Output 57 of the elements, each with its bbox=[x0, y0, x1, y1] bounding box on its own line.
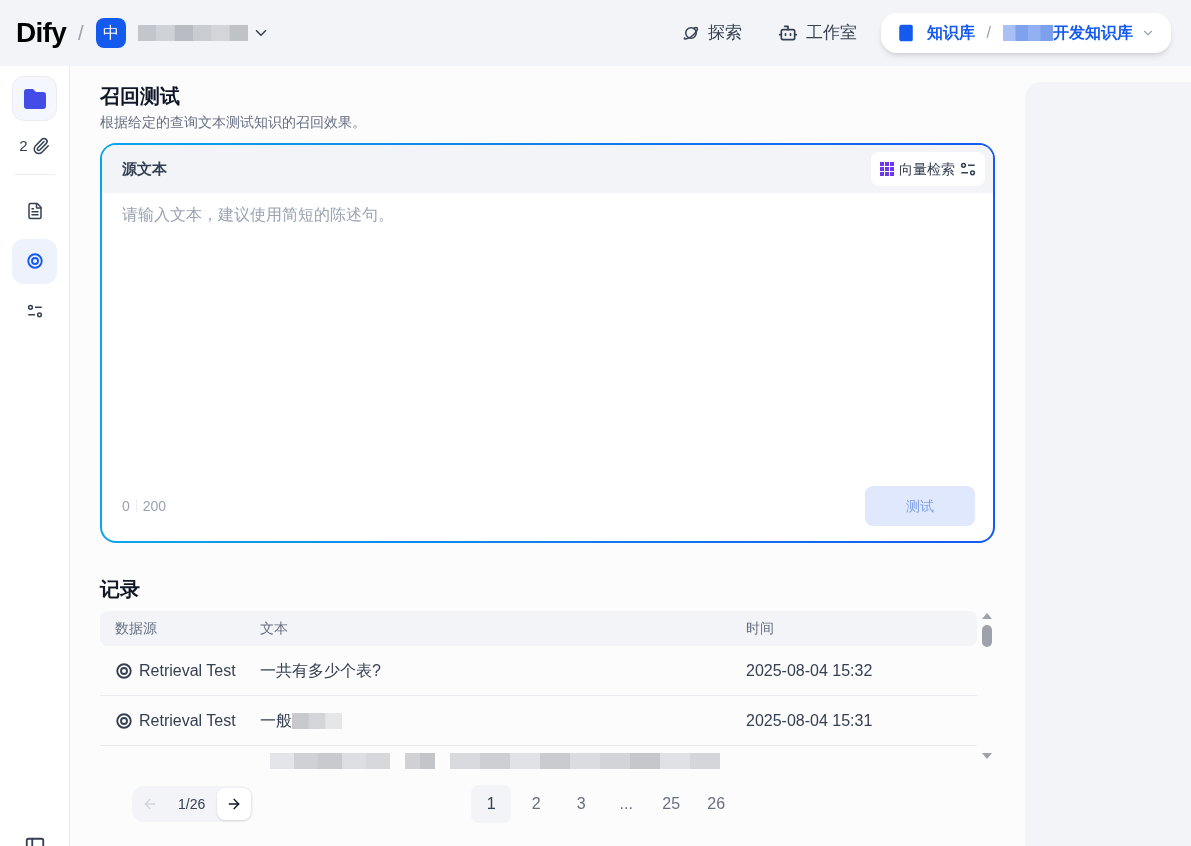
document-icon bbox=[25, 202, 44, 220]
record-row[interactable]: Retrieval Test 一般 2025-08-04 15:31 bbox=[100, 696, 977, 746]
paperclip-icon bbox=[31, 137, 50, 156]
folder-icon bbox=[21, 87, 48, 110]
workspace-avatar[interactable]: 中 bbox=[95, 18, 126, 48]
page-indicator: 1/26 bbox=[177, 794, 207, 814]
page-button[interactable]: ... bbox=[606, 785, 647, 823]
redacted-block bbox=[1003, 25, 1053, 41]
sidebar-item[interactable] bbox=[12, 238, 57, 284]
dataset-icon-card[interactable] bbox=[12, 76, 57, 121]
character-count: 0 bbox=[122, 496, 130, 516]
record-row[interactable]: Retrieval Test 一共有多少个表? 2025-08-04 15:32 bbox=[100, 646, 977, 696]
next-page-button[interactable] bbox=[217, 788, 252, 820]
page-description: 根据给定的查询文本测试知识的召回效果。 bbox=[100, 113, 367, 132]
character-limit: 200 bbox=[142, 496, 167, 516]
dataset-name[interactable]: 开发知识库 bbox=[1053, 21, 1133, 45]
logo[interactable]: Dify bbox=[16, 12, 67, 54]
redacted-block bbox=[405, 753, 435, 769]
column-header: 数据源 bbox=[114, 619, 158, 638]
table-cell-text: 一般 bbox=[260, 710, 292, 731]
breadcrumb-separator: / bbox=[78, 21, 84, 46]
source-text-label: 源文本 bbox=[122, 158, 167, 179]
grid-icon bbox=[879, 161, 895, 177]
records-title: 记录 bbox=[100, 577, 141, 602]
robot-icon bbox=[777, 23, 798, 43]
table-cell-text: 一共有多少个表? bbox=[260, 660, 381, 681]
page-button[interactable]: 25 bbox=[651, 785, 692, 823]
breadcrumb-separator: / bbox=[986, 23, 991, 43]
table-cell-text: 2025-08-04 15:31 bbox=[746, 710, 873, 731]
nav-tab[interactable]: 工作室 bbox=[765, 13, 869, 53]
planet-icon bbox=[681, 24, 700, 42]
target-icon bbox=[25, 252, 44, 270]
query-input[interactable]: 请输入文本，建议使用简短的陈述句。 bbox=[102, 193, 993, 481]
target-icon bbox=[115, 711, 133, 730]
retrieval-method-button[interactable]: 向量检索 bbox=[871, 152, 985, 186]
table-cell-text: Retrieval Test bbox=[139, 710, 236, 731]
page-button[interactable]: 26 bbox=[696, 785, 737, 823]
page-button[interactable]: 1 bbox=[471, 785, 512, 823]
column-header: 时间 bbox=[746, 619, 774, 638]
query-panel[interactable]: 源文本 向量检索 请输入文本，建议使用简短的陈述句。 0 200 测试 bbox=[100, 143, 995, 543]
redacted-block bbox=[292, 712, 342, 729]
target-icon bbox=[115, 661, 133, 680]
settings-icon bbox=[959, 160, 977, 178]
page-title: 召回测试 bbox=[100, 84, 181, 109]
page-button[interactable]: 2 bbox=[516, 785, 557, 823]
book-icon bbox=[896, 24, 915, 42]
table-cell-text: 2025-08-04 15:32 bbox=[746, 660, 873, 681]
table-cell-text: Retrieval Test bbox=[139, 660, 236, 681]
page-button[interactable]: 3 bbox=[561, 785, 602, 823]
scrollbar[interactable] bbox=[979, 611, 995, 761]
settings-icon bbox=[25, 302, 44, 320]
arrow-left-icon bbox=[142, 796, 158, 812]
column-header: 文本 bbox=[260, 619, 289, 638]
document-count: 2 bbox=[19, 136, 28, 156]
nav-tab[interactable]: 探索 bbox=[669, 13, 754, 53]
nav-tab-label[interactable]: 知识库 bbox=[926, 21, 975, 45]
nav-tab[interactable]: 知识库 / 开发知识库 bbox=[880, 13, 1171, 53]
